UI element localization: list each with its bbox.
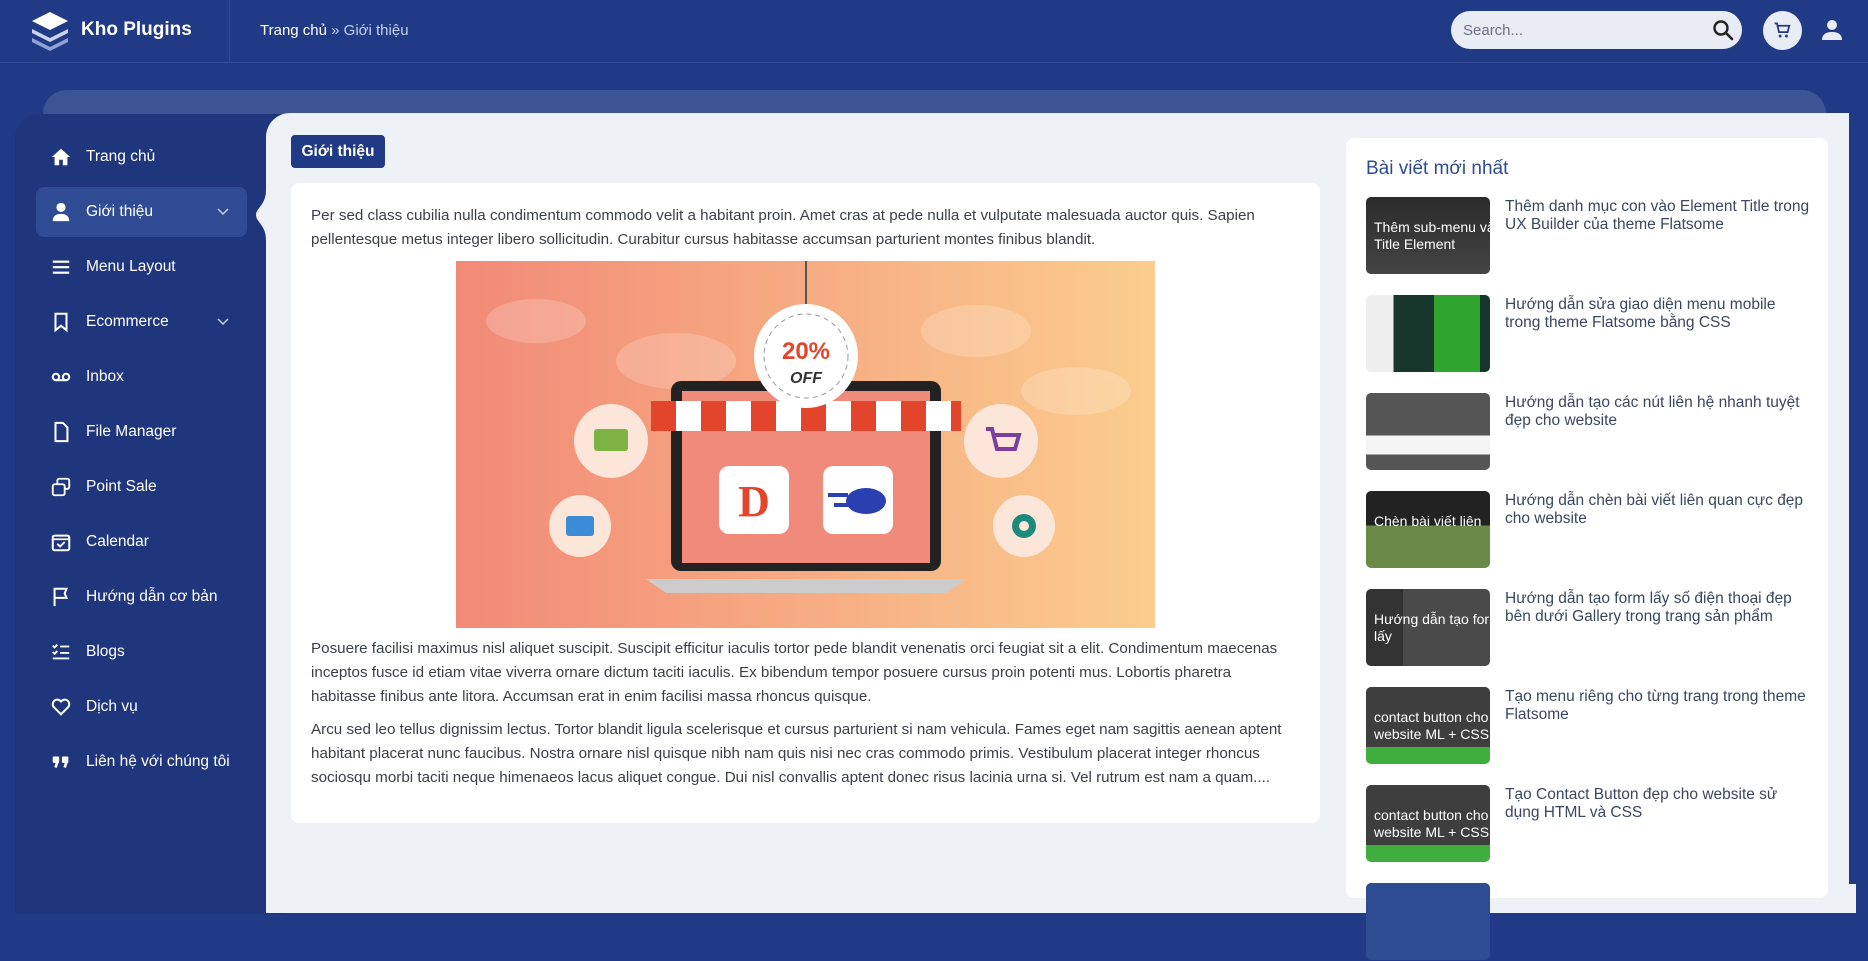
post-thumbnail[interactable] bbox=[1366, 393, 1490, 470]
home-icon bbox=[50, 146, 72, 168]
recent-post-item[interactable]: contact button cho website ML + CSS Tạo m… bbox=[1366, 687, 1816, 765]
sidebar-item-point-sale[interactable]: Point Sale bbox=[36, 462, 247, 512]
calendar-check-icon bbox=[50, 531, 72, 553]
article-paragraph: Posuere facilisi maximus nisl aliquet su… bbox=[311, 640, 1278, 705]
sidebar-item-label: Menu Layout bbox=[86, 258, 176, 275]
sidebar-item-label: Calendar bbox=[86, 533, 149, 550]
recent-posts-card: Bài viết mới nhất Thêm sub-menu vào Titl… bbox=[1346, 138, 1828, 960]
recent-post-item[interactable]: Hướng dẫn sửa giao diện menu mobile tron… bbox=[1366, 295, 1816, 373]
chevron-down-icon[interactable] bbox=[217, 205, 229, 217]
post-thumbnail[interactable]: Chèn bài viết liên bbox=[1366, 491, 1490, 568]
windows-icon bbox=[50, 476, 72, 498]
svg-text:D: D bbox=[738, 477, 770, 526]
sidebar-item-label: Dịch vụ bbox=[86, 698, 138, 715]
cart-icon bbox=[1774, 22, 1791, 38]
sidebar-item-label: File Manager bbox=[86, 423, 177, 440]
voicemail-icon bbox=[50, 366, 72, 388]
recent-post-item[interactable]: contact button cho website ML + CSS Tạo C… bbox=[1366, 785, 1816, 863]
flag-icon bbox=[50, 586, 72, 608]
post-thumbnail[interactable]: contact button cho website ML + CSS bbox=[1366, 785, 1490, 862]
bookmark-icon bbox=[50, 311, 72, 333]
recent-post-item[interactable]: Thêm sub-menu vào Title Element Thêm danh… bbox=[1366, 197, 1816, 275]
sidebar-item-trang-chủ[interactable]: Trang chủ bbox=[36, 132, 247, 182]
post-title[interactable]: Tạo menu riêng cho từng trang trong them… bbox=[1505, 688, 1815, 724]
quote-icon bbox=[50, 751, 72, 773]
sidebar-item-label: Hướng dẫn cơ bản bbox=[86, 588, 218, 605]
sidebar-item-calendar[interactable]: Calendar bbox=[36, 517, 247, 567]
cart-button[interactable] bbox=[1763, 11, 1802, 50]
sidebar-item-inbox[interactable]: Inbox bbox=[36, 352, 247, 402]
post-title[interactable]: Hướng dẫn chèn bài viết liên quan cực đẹ… bbox=[1505, 492, 1815, 528]
header-divider bbox=[229, 0, 230, 63]
sidebar-item-label: Inbox bbox=[86, 368, 124, 385]
hero-tag-off: OFF bbox=[790, 370, 823, 387]
sidebar-item-label: Point Sale bbox=[86, 478, 157, 495]
sidebar-item-ecommerce[interactable]: Ecommerce bbox=[36, 297, 247, 347]
post-thumbnail[interactable] bbox=[1366, 295, 1490, 372]
recent-post-item[interactable]: Chèn bài viết liên Hướng dẫn chèn bài viế… bbox=[1366, 491, 1816, 569]
right-edge bbox=[1849, 113, 1868, 884]
post-thumbnail[interactable] bbox=[1366, 883, 1490, 960]
post-title[interactable]: Thêm danh mục con vào Element Title tron… bbox=[1505, 198, 1815, 234]
recent-post-item[interactable] bbox=[1366, 883, 1816, 961]
top-header: Kho Plugins Trang chủ » Giới thiệu bbox=[0, 0, 1868, 63]
sidebar-item-file-manager[interactable]: File Manager bbox=[36, 407, 247, 457]
sidebar-item-label: Ecommerce bbox=[86, 313, 169, 330]
post-title[interactable]: Hướng dẫn sửa giao diện menu mobile tron… bbox=[1505, 296, 1815, 332]
post-thumbnail[interactable]: Thêm sub-menu vào Title Element bbox=[1366, 197, 1490, 274]
user-icon bbox=[50, 201, 72, 223]
sidebar-item-menu-layout[interactable]: Menu Layout bbox=[36, 242, 247, 292]
hero-image: D 20% OFF bbox=[456, 261, 1155, 628]
file-icon bbox=[50, 421, 72, 443]
chevron-down-icon[interactable] bbox=[217, 315, 229, 327]
hero-tag-percent: 20% bbox=[782, 338, 830, 365]
checklist-icon bbox=[50, 641, 72, 663]
recent-post-item[interactable]: Hướng dẫn tạo các nút liên hệ nhanh tuyệ… bbox=[1366, 393, 1816, 471]
recent-post-item[interactable]: Hướng dẫn tạo form lấy Hướng dẫn tạo form… bbox=[1366, 589, 1816, 667]
thumbnail-text: Thêm sub-menu vào Title Element bbox=[1374, 219, 1490, 252]
post-thumbnail[interactable]: contact button cho website ML + CSS bbox=[1366, 687, 1490, 764]
breadcrumb-home[interactable]: Trang chủ bbox=[260, 22, 327, 39]
sidebar-item-label: Trang chủ bbox=[86, 148, 156, 165]
article-paragraph: Arcu sed leo tellus dignissim lectus. To… bbox=[311, 721, 1282, 786]
sidebar-item-label: Blogs bbox=[86, 643, 125, 660]
article-card: Per sed class cubilia nulla condimentum … bbox=[291, 183, 1320, 823]
breadcrumb-separator: » bbox=[326, 22, 344, 39]
brand-name[interactable]: Kho Plugins bbox=[81, 19, 192, 41]
breadcrumb: Trang chủ » Giới thiệu bbox=[260, 22, 409, 39]
sidebar-item-hướng-dẫn-cơ-bản[interactable]: Hướng dẫn cơ bản bbox=[36, 572, 247, 622]
post-title[interactable]: Tạo Contact Button đẹp cho website sử dụ… bbox=[1505, 786, 1815, 822]
post-title[interactable]: Hướng dẫn tạo form lấy số điện thoại đẹp… bbox=[1505, 590, 1815, 626]
sidebar-item-label: Giới thiệu bbox=[86, 203, 154, 220]
post-thumbnail[interactable]: Hướng dẫn tạo form lấy bbox=[1366, 589, 1490, 666]
user-account-icon[interactable] bbox=[1820, 18, 1844, 42]
heart-icon bbox=[50, 696, 72, 718]
thumbnail-text: Hướng dẫn tạo form lấy bbox=[1374, 611, 1490, 644]
menu-icon bbox=[50, 256, 72, 278]
layers-logo-icon[interactable] bbox=[28, 10, 72, 52]
page-tag-button[interactable]: Giới thiệu bbox=[291, 135, 385, 168]
post-title[interactable]: Hướng dẫn tạo các nút liên hệ nhanh tuyệ… bbox=[1505, 394, 1815, 430]
thumbnail-text: contact button cho website ML + CSS bbox=[1374, 807, 1490, 840]
sidebar-item-dịch-vụ[interactable]: Dịch vụ bbox=[36, 682, 247, 732]
search-icon[interactable] bbox=[1712, 19, 1734, 41]
search-input[interactable] bbox=[1451, 11, 1742, 49]
sidebar-item-giới-thiệu[interactable]: Giới thiệu bbox=[36, 187, 247, 237]
sidebar-item-liên-hệ-với-chúng-tôi[interactable]: Liên hệ với chúng tôi bbox=[36, 737, 247, 787]
thumbnail-text: Chèn bài viết liên bbox=[1374, 513, 1482, 529]
active-notch bbox=[256, 190, 280, 240]
breadcrumb-current: Giới thiệu bbox=[343, 22, 409, 39]
sidebar-item-blogs[interactable]: Blogs bbox=[36, 627, 247, 677]
thumbnail-text: contact button cho website ML + CSS bbox=[1374, 709, 1490, 742]
sidebar-item-label: Liên hệ với chúng tôi bbox=[86, 753, 230, 770]
recent-posts-title: Bài viết mới nhất bbox=[1366, 158, 1509, 179]
article-paragraph: Per sed class cubilia nulla condimentum … bbox=[311, 207, 1255, 248]
